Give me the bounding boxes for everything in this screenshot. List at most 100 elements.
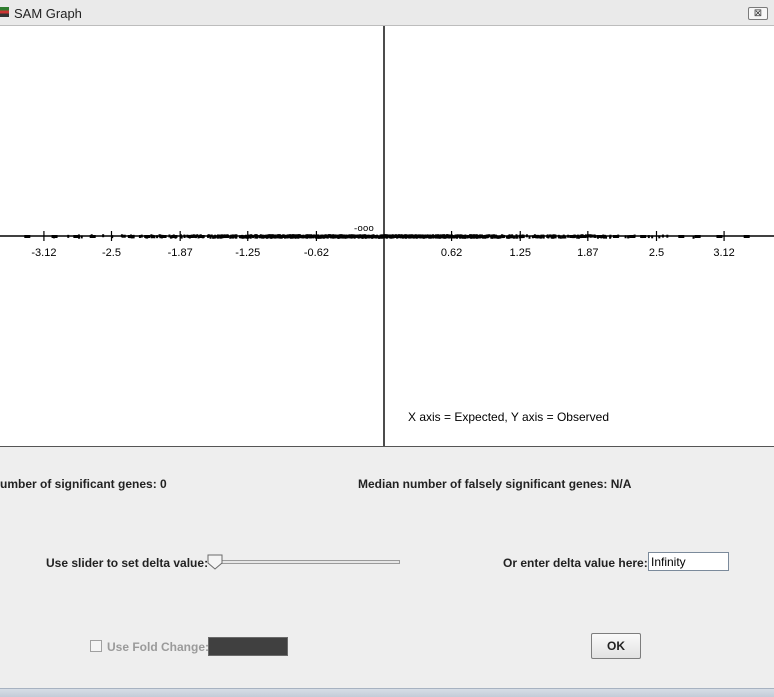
sam-plot: -3.12 -2.5 -1.87 -1.25 -0.62 0.62 1.25 1.87 2.5 3… [0,26,774,446]
data-point [160,235,167,238]
data-point [80,235,83,239]
significant-genes-count: umber of significant genes: 0 [0,477,167,491]
data-point [716,235,723,238]
data-point [580,235,587,238]
delta-input-label: Or enter delta value here: [503,556,648,570]
app-icon [0,7,9,17]
data-point [551,234,554,238]
fold-change-checkbox[interactable] [90,640,102,652]
data-point [567,234,570,238]
data-point [559,235,562,239]
data-point [743,235,750,238]
data-point [340,235,343,239]
data-point [464,234,467,238]
data-point [540,234,543,238]
data-point [473,235,476,239]
ok-button[interactable]: OK [591,633,641,659]
data-point [533,234,536,238]
data-point [289,234,292,238]
data-point [587,234,590,238]
data-point [140,234,143,238]
data-point [609,234,612,238]
data-point [234,235,237,239]
data-point [475,235,478,239]
data-point [223,234,226,238]
data-point [261,234,264,238]
data-point [442,235,445,239]
data-point [120,234,123,238]
data-point [478,235,481,239]
data-point [411,235,414,239]
data-point [333,234,336,238]
small-marker-label: -ooo [354,224,374,234]
x-tick-label: -3.12 [31,247,56,259]
data-point [596,235,603,238]
data-point [408,234,411,238]
data-point [417,235,420,239]
data-point [470,235,473,239]
data-point [651,235,654,239]
data-point [357,234,360,238]
delta-value-input[interactable] [648,552,729,571]
data-point [640,235,647,238]
data-point [515,235,518,239]
data-point [563,235,566,239]
data-point [280,235,283,239]
data-point [321,235,324,239]
data-point [434,235,437,239]
data-point [352,234,355,238]
data-point [508,234,511,238]
data-point [24,235,31,238]
data-point [593,234,596,238]
data-point [252,235,255,239]
data-point [502,235,505,239]
data-point [603,235,606,239]
data-point [495,235,498,239]
data-point [212,235,215,239]
data-point [612,235,619,238]
data-point [111,235,114,239]
data-point [491,234,494,238]
axis-legend: X axis = Expected, Y axis = Observed [408,410,609,424]
data-point [444,235,447,239]
data-point [576,235,579,239]
data-point [678,235,685,238]
data-point [379,235,382,239]
data-point [438,235,441,239]
data-point [461,234,464,238]
delta-slider-track[interactable] [210,560,400,564]
x-tick-label: 0.62 [441,247,462,259]
data-point [569,235,576,238]
data-point [538,235,541,239]
data-point [123,234,126,238]
data-point [391,234,394,238]
data-point [558,235,561,239]
fold-change-input[interactable] [208,637,288,656]
data-point [272,235,275,239]
data-point [359,234,362,238]
data-point [156,235,159,239]
data-point [466,235,469,239]
data-point [429,235,432,239]
data-point [419,234,422,238]
data-point [89,235,96,238]
data-point [138,235,141,239]
delta-slider-thumb[interactable] [207,554,223,570]
data-point [366,235,369,239]
data-point [361,234,364,238]
data-point [183,234,186,238]
data-point [425,235,428,239]
data-point [171,235,178,238]
data-point [158,234,161,238]
x-tick-label: -1.87 [168,247,193,259]
data-point [547,235,550,239]
data-point [342,235,345,239]
data-point [493,235,496,239]
data-point [229,235,232,239]
x-tick-label: 3.12 [713,247,734,259]
close-button[interactable]: ⊠ [748,7,768,20]
data-point [666,234,669,238]
data-point [198,235,205,238]
data-point [374,235,377,239]
data-point [196,234,199,238]
